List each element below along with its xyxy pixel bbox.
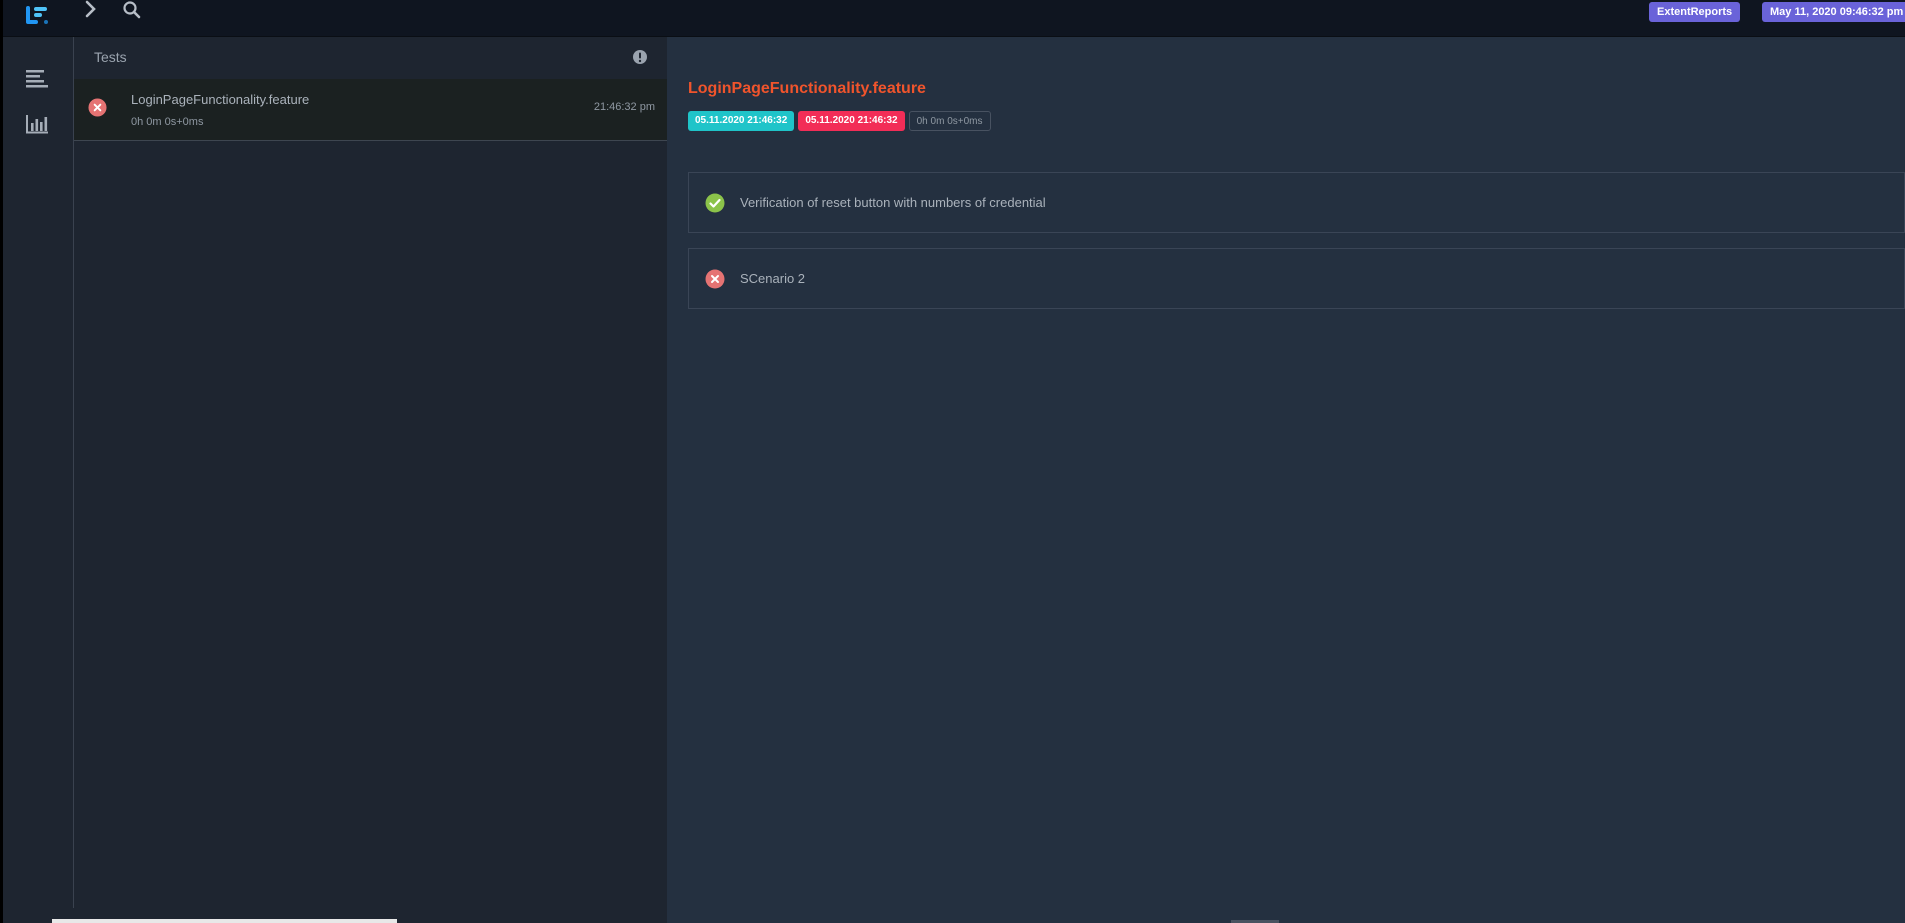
- side-nav-rail: [3, 37, 72, 923]
- duration-badge: 0h 0m 0s+0ms: [908, 111, 991, 131]
- x-circle-icon: [88, 98, 107, 117]
- exclamation-circle-icon[interactable]: [632, 49, 648, 65]
- test-list-item[interactable]: LoginPageFunctionality.feature 0h 0m 0s+…: [74, 79, 668, 141]
- detail-time-pills: 05.11.2020 21:46:32 05.11.2020 21:46:32 …: [688, 111, 991, 131]
- tests-panel-header: Tests: [74, 37, 668, 79]
- scenario-label: Verification of reset button with number…: [740, 195, 1046, 210]
- test-duration: 0h 0m 0s+0ms: [131, 116, 204, 128]
- x-circle-icon: [705, 269, 725, 289]
- bar-chart-icon[interactable]: [25, 113, 49, 135]
- tests-panel-title: Tests: [94, 49, 127, 65]
- brand-badge: ExtentReports: [1649, 2, 1741, 22]
- start-time-badge: 05.11.2020 21:46:32: [688, 111, 795, 131]
- detail-title: LoginPageFunctionality.feature: [688, 80, 926, 97]
- tests-panel: Tests LoginPageFunctionality.feature 0h …: [73, 37, 668, 908]
- test-detail-panel: LoginPageFunctionality.feature 05.11.202…: [667, 37, 1905, 923]
- scenario-card[interactable]: Verification of reset button with number…: [688, 172, 1905, 233]
- app-frame: ExtentReports May 11, 2020 09:46:32 pm T…: [3, 0, 1905, 923]
- top-navbar: ExtentReports May 11, 2020 09:46:32 pm: [3, 0, 1905, 37]
- test-name: LoginPageFunctionality.feature: [131, 92, 310, 107]
- horizontal-scrollbar-thumb[interactable]: [52, 919, 397, 923]
- search-icon[interactable]: [122, 0, 142, 20]
- scenario-label: SCenario 2: [740, 271, 806, 286]
- scenario-card[interactable]: SCenario 2: [688, 248, 1905, 309]
- end-time-badge: 05.11.2020 21:46:32: [798, 111, 905, 131]
- chevron-right-icon[interactable]: [83, 0, 99, 18]
- test-time: 21:46:32 pm: [593, 101, 655, 113]
- check-circle-icon: [705, 193, 725, 213]
- report-date-badge: May 11, 2020 09:46:32 pm: [1762, 2, 1905, 22]
- list-icon[interactable]: [25, 67, 49, 89]
- extent-logo-icon[interactable]: [24, 3, 52, 27]
